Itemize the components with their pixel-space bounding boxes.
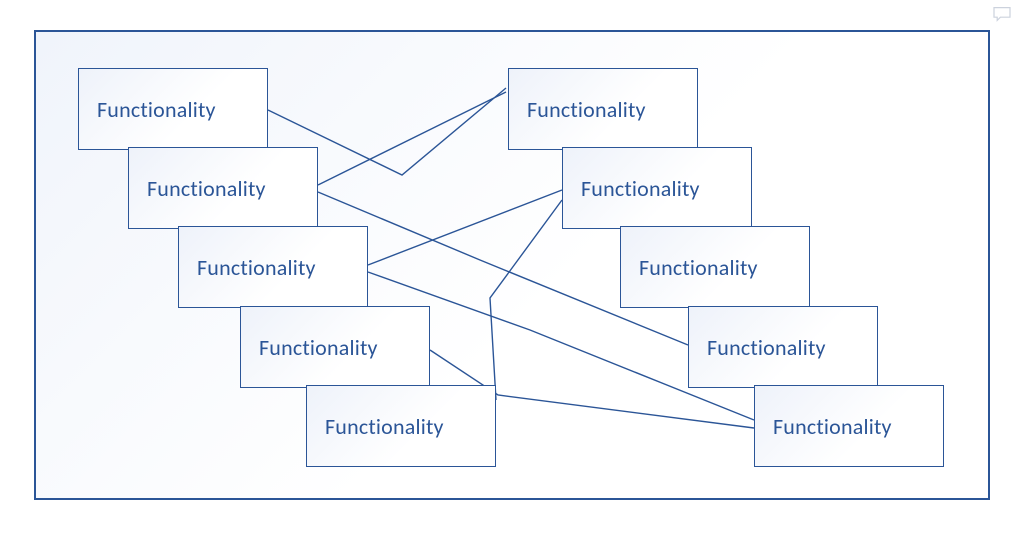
functionality-box-left-2: Functionality [128, 147, 318, 229]
node-label: Functionality [773, 413, 892, 440]
node-label: Functionality [707, 334, 826, 361]
functionality-box-right-5: Functionality [754, 385, 944, 467]
functionality-box-right-2: Functionality [562, 147, 752, 229]
functionality-box-right-4: Functionality [688, 306, 878, 388]
node-label: Functionality [581, 175, 700, 202]
functionality-box-left-5: Functionality [306, 385, 496, 467]
node-label: Functionality [639, 254, 758, 281]
node-label: Functionality [259, 334, 378, 361]
node-label: Functionality [147, 175, 266, 202]
node-label: Functionality [197, 254, 316, 281]
functionality-box-left-3: Functionality [178, 226, 368, 308]
functionality-box-left-4: Functionality [240, 306, 430, 388]
node-label: Functionality [97, 96, 216, 123]
functionality-box-left-1: Functionality [78, 68, 268, 150]
node-label: Functionality [527, 96, 646, 123]
comment-icon [992, 6, 1012, 22]
node-label: Functionality [325, 413, 444, 440]
functionality-box-right-1: Functionality [508, 68, 698, 150]
functionality-box-right-3: Functionality [620, 226, 810, 308]
